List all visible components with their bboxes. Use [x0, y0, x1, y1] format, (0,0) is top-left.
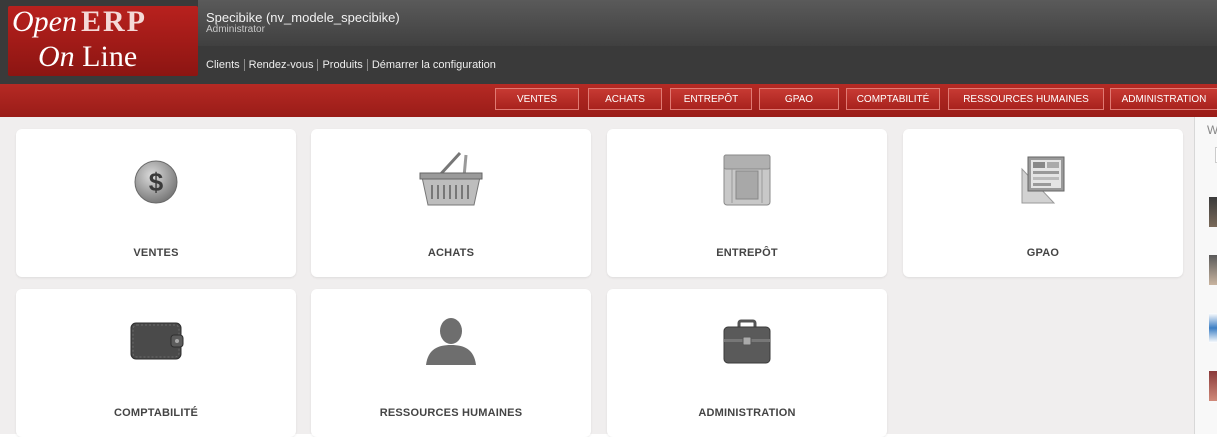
logo-open: Open — [12, 5, 77, 38]
menu-ventes[interactable]: VENTES — [495, 88, 579, 110]
contact-avatar[interactable] — [1209, 197, 1217, 227]
logo-on: On — [38, 40, 75, 73]
shortcut-rendez-vous[interactable]: Rendez-vous — [243, 59, 318, 71]
person-silhouette-icon — [426, 318, 476, 365]
company-name[interactable]: Specibike (nv_modele_specibike) — [206, 10, 400, 25]
top-header: Open ERP On Line Specibike (nv_modele_spe… — [0, 0, 1217, 84]
tile-label: COMPTABILITÉ — [113, 407, 199, 419]
logo-erp: ERP — [80, 5, 147, 38]
tile-ressources-humaines[interactable]: RESSOURCES HUMAINES — [311, 289, 591, 437]
contact-avatar[interactable] — [1209, 255, 1217, 285]
tile-administration[interactable]: ADMINISTRATION — [607, 289, 887, 437]
shortcuts-bar: Clients Rendez-vous Produits Démarrer la co… — [206, 59, 500, 71]
warehouse-crate-icon — [723, 154, 771, 206]
shortcut-configuration[interactable]: Démarrer la configuration — [366, 59, 500, 71]
main-menu-bar: VENTES ACHATS ENTREPÔT GPAO COMPTABILITÉ… — [0, 84, 1217, 117]
wallet-icon — [130, 322, 184, 360]
tile-comptabilite[interactable]: COMPTABILITÉ — [16, 289, 296, 437]
logo-line: Line — [82, 40, 138, 73]
svg-text:$: $ — [149, 167, 164, 197]
tile-label: ADMINISTRATION — [698, 407, 796, 419]
tile-achats[interactable]: ACHATS — [311, 129, 591, 277]
right-widget-panel: W — [1194, 117, 1217, 434]
menu-comptabilite[interactable]: COMPTABILITÉ — [846, 88, 940, 110]
tile-gpao[interactable]: GPAO — [903, 129, 1183, 277]
shopping-basket-icon — [419, 151, 483, 206]
shortcut-clients[interactable]: Clients — [206, 59, 244, 71]
tile-label: ACHATS — [427, 247, 475, 259]
shortcut-produits[interactable]: Produits — [317, 59, 367, 71]
contact-avatar[interactable] — [1209, 371, 1217, 401]
tile-entrepot[interactable]: ENTREPÔT — [607, 129, 887, 277]
dollar-coin-icon: $ — [134, 160, 178, 204]
menu-achats[interactable]: ACHATS — [588, 88, 662, 110]
openerp-logo[interactable]: Open ERP On Line — [8, 5, 198, 76]
widget-heading-letter: W — [1207, 123, 1217, 137]
menu-gpao[interactable]: GPAO — [759, 88, 839, 110]
briefcase-icon — [723, 319, 771, 364]
tile-label: VENTES — [133, 247, 179, 259]
tile-label: RESSOURCES HUMAINES — [379, 407, 523, 419]
menu-administration[interactable]: ADMINISTRATION — [1110, 88, 1217, 110]
contact-avatar[interactable] — [1209, 313, 1217, 343]
tile-label: ENTREPÔT — [716, 247, 778, 259]
user-name[interactable]: Administrator — [206, 24, 265, 35]
menu-ressources-humaines[interactable]: RESSOURCES HUMAINES — [948, 88, 1104, 110]
tile-label: GPAO — [1026, 247, 1060, 259]
tile-ventes[interactable]: $ VENTES — [16, 129, 296, 277]
application-tiles-area: $ VENTES ACHATS ENTREPÔT GPAO COMPTABILI… — [0, 117, 1194, 437]
menu-entrepot[interactable]: ENTREPÔT — [670, 88, 752, 110]
header-user-bar: Specibike (nv_modele_specibike) Administ… — [198, 0, 1217, 46]
blueprint-window-icon — [1021, 156, 1065, 204]
